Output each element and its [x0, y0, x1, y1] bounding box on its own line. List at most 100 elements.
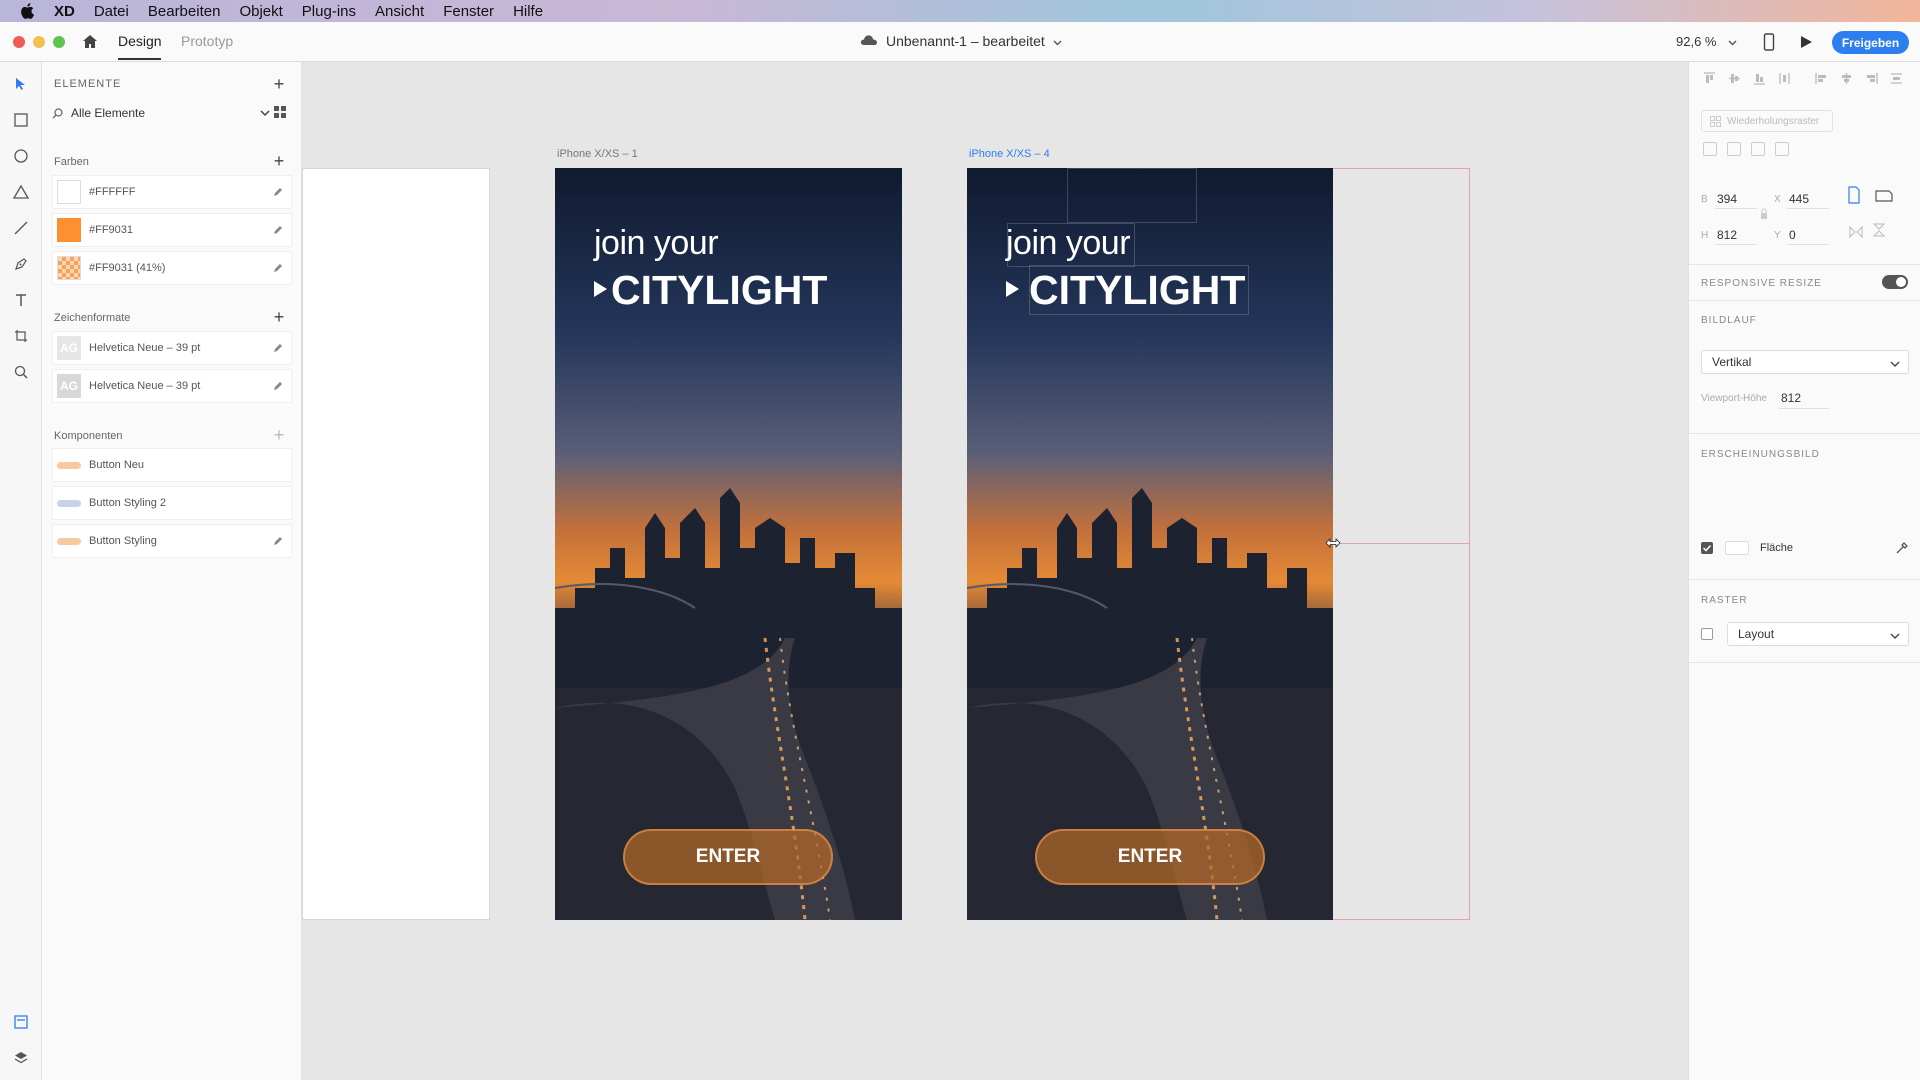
grid-checkbox[interactable] [1701, 628, 1713, 640]
zoom-tool-icon[interactable] [11, 362, 31, 382]
menu-ansicht[interactable]: Ansicht [375, 3, 424, 20]
color-asset-row[interactable]: #FF9031 (41%) [52, 251, 292, 285]
intersect-boolean-icon[interactable] [1751, 142, 1765, 156]
edit-icon[interactable] [273, 343, 283, 353]
viewport-underline [1779, 408, 1829, 409]
fill-checkbox[interactable] [1701, 542, 1713, 554]
scroll-select[interactable]: Vertikal [1701, 350, 1909, 374]
window-minimize-button[interactable] [33, 36, 45, 48]
edit-icon[interactable] [273, 225, 283, 235]
lock-aspect-icon[interactable] [1760, 207, 1768, 225]
enter-button[interactable]: ENTER [623, 829, 833, 885]
color-swatch [57, 180, 81, 204]
layout-guide [1067, 168, 1197, 223]
component-row[interactable]: Button Neu [52, 448, 292, 482]
window-zoom-button[interactable] [53, 36, 65, 48]
text-tool-icon[interactable] [11, 290, 31, 310]
assets-panel-icon[interactable] [11, 1012, 31, 1032]
menu-app-xd[interactable]: XD [54, 3, 75, 20]
play-icon[interactable] [1798, 34, 1814, 50]
eyedropper-icon[interactable] [1895, 541, 1909, 560]
headline-line-1[interactable]: join your [594, 224, 719, 263]
artboard-label-selected[interactable]: iPhone X/XS – 4 [969, 148, 1050, 160]
artboard-iphone-4[interactable]: join your CITYLIGHT ENTER [967, 168, 1333, 920]
color-asset-row[interactable]: #FF9031 [52, 213, 292, 247]
add-color-button[interactable]: + [272, 152, 286, 170]
x-value[interactable]: 445 [1789, 192, 1809, 206]
menu-objekt[interactable]: Objekt [239, 3, 282, 20]
tab-prototyp[interactable]: Prototyp [181, 33, 233, 49]
flip-vertical-icon[interactable] [1872, 223, 1886, 242]
component-row[interactable]: Button Styling [52, 524, 292, 558]
menu-bearbeiten[interactable]: Bearbeiten [148, 3, 221, 20]
asset-filter-dropdown[interactable]: Alle Elemente [52, 102, 270, 124]
menu-hilfe[interactable]: Hilfe [513, 3, 543, 20]
width-value[interactable]: 394 [1717, 192, 1737, 206]
artboard-iphone-1[interactable]: join your CITYLIGHT ENTER [555, 168, 902, 920]
grid-type-select[interactable]: Layout [1727, 622, 1909, 646]
distribute-icon[interactable] [1778, 72, 1791, 85]
grid-view-icon[interactable] [274, 105, 286, 118]
ellipse-tool-icon[interactable] [11, 146, 31, 166]
enter-button[interactable]: ENTER [1035, 829, 1265, 885]
mobile-preview-icon[interactable] [1762, 33, 1776, 51]
repeat-grid-button[interactable]: Wiederholungsraster [1701, 110, 1833, 132]
align-top-icon[interactable] [1703, 72, 1716, 85]
viewport-height-value[interactable]: 812 [1781, 391, 1801, 405]
line-tool-icon[interactable] [11, 218, 31, 238]
rectangle-tool-icon[interactable] [11, 110, 31, 130]
edit-icon[interactable] [273, 381, 283, 391]
apple-icon[interactable] [20, 2, 38, 20]
pen-tool-icon[interactable] [11, 254, 31, 274]
color-swatch [57, 218, 81, 242]
align-center-icon[interactable] [1840, 72, 1853, 85]
add-boolean-icon[interactable] [1703, 142, 1717, 156]
align-right-icon[interactable] [1865, 72, 1878, 85]
document-title[interactable]: Unbenannt-1 – bearbeitet [860, 33, 1062, 49]
align-middle-icon[interactable] [1728, 72, 1741, 85]
height-value[interactable]: 812 [1717, 228, 1737, 242]
fill-color-swatch[interactable] [1725, 541, 1749, 555]
add-asset-button[interactable]: + [272, 75, 286, 93]
home-icon[interactable] [81, 33, 99, 51]
character-style-row[interactable]: AG Helvetica Neue – 39 pt [52, 369, 292, 403]
flip-horizontal-icon[interactable] [1849, 225, 1863, 243]
tab-design[interactable]: Design [118, 33, 162, 49]
exclude-boolean-icon[interactable] [1775, 142, 1789, 156]
landscape-icon[interactable] [1875, 189, 1893, 208]
select-tool-icon[interactable] [11, 74, 31, 94]
zoom-control[interactable]: 92,6 % [1676, 34, 1737, 49]
polygon-tool-icon[interactable] [11, 182, 31, 202]
y-underline [1787, 244, 1829, 245]
artboard-tool-icon[interactable] [11, 326, 31, 346]
window-close-button[interactable] [13, 36, 25, 48]
layers-panel-icon[interactable] [11, 1048, 31, 1068]
artboard-label[interactable]: iPhone X/XS – 1 [557, 148, 638, 160]
distribute-horizontal-icon[interactable] [1890, 72, 1903, 85]
menu-plugins[interactable]: Plug-ins [302, 3, 356, 20]
align-left-icon[interactable] [1815, 72, 1828, 85]
character-style-row[interactable]: AG Helvetica Neue – 39 pt [52, 331, 292, 365]
separator [1689, 264, 1920, 265]
subtract-boolean-icon[interactable] [1727, 142, 1741, 156]
headline-line-1[interactable]: join your [1006, 224, 1131, 263]
responsive-resize-toggle[interactable] [1882, 275, 1908, 289]
headline-line-2[interactable]: CITYLIGHT [1029, 267, 1245, 314]
headline-line-2[interactable]: CITYLIGHT [611, 267, 827, 314]
component-row[interactable]: Button Styling 2 [52, 486, 292, 520]
y-value[interactable]: 0 [1789, 228, 1796, 242]
add-component-button[interactable]: + [272, 426, 286, 444]
share-button[interactable]: Freigeben [1832, 31, 1909, 54]
edit-icon[interactable] [273, 187, 283, 197]
assets-panel: ELEMENTE + Alle Elemente Farben + #FFFFF… [42, 62, 302, 1080]
design-canvas[interactable]: iPhone X/XS – 1 join your CITYLIGHT ENTE… [302, 62, 1688, 1080]
portrait-icon[interactable] [1847, 186, 1861, 209]
menu-fenster[interactable]: Fenster [443, 3, 494, 20]
color-asset-row[interactable]: #FFFFFF [52, 175, 292, 209]
blank-artboard[interactable] [302, 168, 490, 920]
edit-icon[interactable] [273, 536, 283, 546]
menu-datei[interactable]: Datei [94, 3, 129, 20]
align-bottom-icon[interactable] [1753, 72, 1766, 85]
edit-icon[interactable] [273, 263, 283, 273]
add-character-style-button[interactable]: + [272, 308, 286, 326]
